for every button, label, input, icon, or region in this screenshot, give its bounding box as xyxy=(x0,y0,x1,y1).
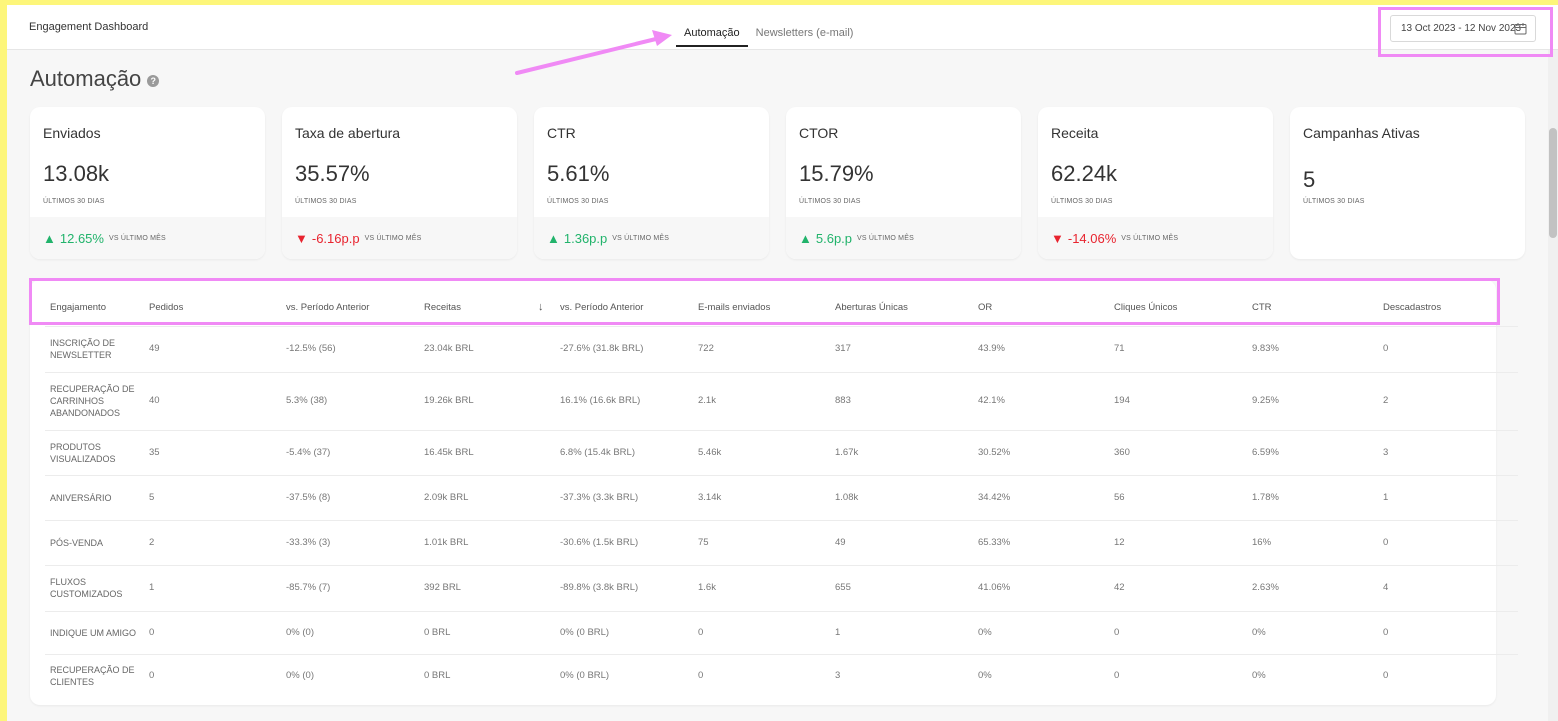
annotation-arrow-head xyxy=(652,30,672,46)
annotation-arrow xyxy=(515,30,672,75)
annotation-arrow-line xyxy=(515,36,662,75)
